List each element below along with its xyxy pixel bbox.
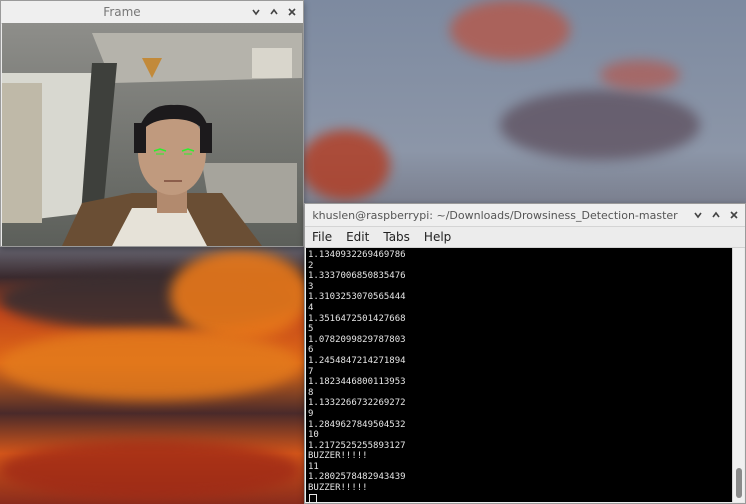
close-icon[interactable] — [285, 5, 299, 19]
text-cursor — [309, 493, 317, 502]
terminal-window[interactable]: khuslen@raspberrypi: ~/Downloads/Drowsin… — [304, 203, 746, 504]
terminal-titlebar[interactable]: khuslen@raspberrypi: ~/Downloads/Drowsin… — [305, 204, 745, 227]
terminal-line: 5 — [308, 324, 314, 335]
menu-edit[interactable]: Edit — [339, 230, 376, 244]
scrollbar-thumb[interactable] — [736, 468, 742, 498]
menu-tabs[interactable]: Tabs — [376, 230, 417, 244]
terminal-line: 9 — [308, 408, 314, 419]
terminal-line: 7 — [308, 366, 314, 377]
terminal-title: khuslen@raspberrypi: ~/Downloads/Drowsin… — [312, 208, 678, 222]
terminal-menubar: File Edit Tabs Help — [305, 227, 745, 248]
terminal-line: BUZZER!!!!! — [308, 483, 368, 494]
camera-feed — [2, 23, 303, 246]
terminal-line: 1.2849627849504532 — [308, 419, 406, 430]
terminal-line: 1.3103253070565444 — [308, 292, 406, 303]
terminal-line: 10 — [308, 430, 319, 441]
terminal-line: 1.3337006850835476 — [308, 271, 406, 282]
chevron-down-icon[interactable] — [691, 208, 705, 222]
terminal-line: 1.1332266732269272 — [308, 398, 406, 409]
menu-help[interactable]: Help — [417, 230, 458, 244]
terminal-line: 6 — [308, 345, 314, 356]
terminal-line: 8 — [308, 387, 314, 398]
frame-title: Frame — [103, 5, 141, 19]
menu-file[interactable]: File — [305, 230, 339, 244]
terminal-line: 11 — [308, 461, 319, 472]
terminal-output[interactable]: 1.1340932269469786 2 1.3337006850835476 3 1.… — [306, 248, 733, 502]
frame-window[interactable]: Frame — [0, 0, 304, 247]
terminal-line: 2 — [308, 260, 314, 271]
terminal-scrollbar[interactable] — [732, 248, 744, 502]
chevron-down-icon[interactable] — [249, 5, 263, 19]
terminal-line: 1.1340932269469786 — [308, 250, 406, 260]
close-icon[interactable] — [727, 208, 741, 222]
terminal-line: 1.2172525255893127 — [308, 440, 406, 451]
terminal-line: 1.2454847214271894 — [308, 355, 406, 366]
terminal-line: 1.1823446800113953 — [308, 377, 406, 388]
terminal-line: 1.3516472501427668 — [308, 313, 406, 324]
frame-titlebar[interactable]: Frame — [1, 1, 303, 24]
terminal-line: BUZZER!!!!! — [308, 451, 368, 462]
terminal-line: 1.2802578482943439 — [308, 472, 406, 483]
terminal-prompt-line[interactable] — [308, 493, 731, 502]
chevron-up-icon[interactable] — [709, 208, 723, 222]
chevron-up-icon[interactable] — [267, 5, 281, 19]
terminal-line: 4 — [308, 302, 314, 313]
terminal-line: 3 — [308, 281, 314, 292]
terminal-line: 1.0782099829787803 — [308, 334, 406, 345]
